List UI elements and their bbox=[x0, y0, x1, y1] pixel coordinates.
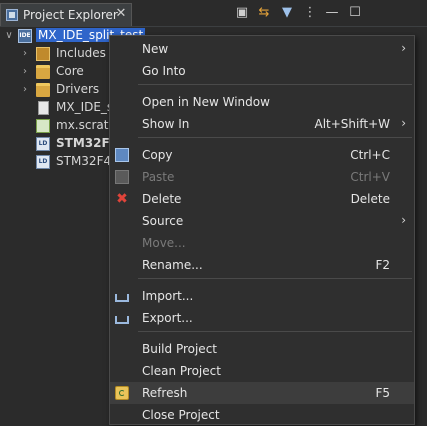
menu-item-label: Open in New Window bbox=[142, 95, 270, 109]
menu-item-move[interactable]: Move... bbox=[110, 232, 414, 254]
menu-item-label: Move... bbox=[142, 236, 186, 250]
folder-icon bbox=[36, 65, 50, 79]
tree-item-scratch-file[interactable]: mx.scrato bbox=[0, 117, 120, 135]
scratch-file-icon bbox=[36, 119, 50, 133]
delete-icon: ✖ bbox=[116, 191, 128, 207]
menu-item-shortcut: Ctrl+V bbox=[350, 170, 390, 184]
folder-icon bbox=[36, 83, 50, 97]
menu-item-label: Show In bbox=[142, 117, 190, 131]
ide-project-icon: IDE bbox=[18, 29, 32, 43]
menu-item-label: Build Project bbox=[142, 342, 217, 356]
chevron-right-icon[interactable]: › bbox=[20, 84, 30, 96]
paste-icon bbox=[115, 170, 129, 184]
menu-item-shortcut: Alt+Shift+W bbox=[314, 117, 391, 131]
menu-item-go-into[interactable]: Go Into bbox=[110, 60, 414, 82]
tree-item-drivers[interactable]: › Drivers bbox=[0, 81, 120, 99]
tab-label: Project Explorer bbox=[23, 8, 118, 22]
import-icon bbox=[115, 294, 129, 302]
menu-item-label: Copy bbox=[142, 148, 173, 162]
menu-item-delete[interactable]: ✖ Delete Delete bbox=[110, 188, 414, 210]
includes-icon bbox=[36, 47, 50, 61]
chevron-right-icon[interactable]: › bbox=[20, 48, 30, 60]
menu-item-new[interactable]: New › bbox=[110, 38, 414, 60]
tree-item-label: STM32F4 bbox=[56, 154, 112, 168]
menu-item-import[interactable]: Import... bbox=[110, 285, 414, 307]
maximize-icon[interactable]: ☐ bbox=[346, 4, 364, 22]
tree-item-label: Drivers bbox=[56, 82, 100, 96]
menu-item-clean-project[interactable]: Clean Project bbox=[110, 360, 414, 382]
tree-item-label: MX_IDE_s bbox=[56, 100, 114, 114]
tree-item-label: Core bbox=[56, 64, 84, 78]
filter-icon[interactable]: ▼ bbox=[278, 4, 296, 22]
menu-item-label: Source bbox=[142, 214, 184, 228]
context-menu: New › Go Into Open in New Window Show In… bbox=[109, 35, 415, 425]
ioc-file-icon bbox=[38, 101, 49, 115]
menu-separator bbox=[138, 84, 412, 85]
menu-item-close-project[interactable]: Close Project bbox=[110, 404, 414, 426]
menu-item-refresh[interactable]: Refresh F5 bbox=[110, 382, 414, 404]
menu-item-label: Clean Project bbox=[142, 364, 221, 378]
chevron-right-icon[interactable]: › bbox=[20, 66, 30, 78]
menu-item-label: Paste bbox=[142, 170, 175, 184]
menu-item-shortcut: Delete bbox=[350, 192, 390, 206]
menu-item-export[interactable]: Export... bbox=[110, 307, 414, 329]
menu-item-label: Import... bbox=[142, 289, 194, 303]
copy-icon bbox=[115, 148, 129, 162]
menu-item-shortcut: F5 bbox=[375, 386, 390, 400]
close-icon[interactable]: ✕ bbox=[114, 7, 128, 21]
menu-item-paste[interactable]: Paste Ctrl+V bbox=[110, 166, 414, 188]
menu-item-show-in[interactable]: Show In Alt+Shift+W › bbox=[110, 113, 414, 135]
menu-separator bbox=[138, 137, 412, 138]
tree-item-includes[interactable]: › Includes bbox=[0, 45, 120, 63]
menu-item-shortcut: F2 bbox=[375, 258, 390, 272]
chevron-right-icon: › bbox=[401, 213, 406, 227]
collapse-all-icon[interactable]: ▣ bbox=[233, 4, 251, 22]
menu-item-label: Export... bbox=[142, 311, 193, 325]
linker-script-icon: LD bbox=[36, 155, 50, 169]
view-menu-icon[interactable]: ⋮ bbox=[301, 4, 319, 22]
minimize-icon[interactable]: — bbox=[323, 4, 341, 22]
menu-item-label: New bbox=[142, 42, 169, 56]
tree-item-label: mx.scrato bbox=[56, 118, 116, 132]
project-explorer-icon bbox=[6, 9, 18, 21]
tree-item-ioc-file[interactable]: MX_IDE_s bbox=[0, 99, 120, 117]
menu-separator bbox=[138, 331, 412, 332]
menu-item-source[interactable]: Source › bbox=[110, 210, 414, 232]
view-tab-strip: Project Explorer ✕ ▣ ⇆ ▼ ⋮ — ☐ bbox=[0, 0, 427, 27]
menu-separator bbox=[138, 278, 412, 279]
chevron-right-icon: › bbox=[401, 41, 406, 55]
menu-item-shortcut: Ctrl+C bbox=[350, 148, 390, 162]
link-with-editor-icon[interactable]: ⇆ bbox=[255, 4, 273, 22]
menu-item-label: Rename... bbox=[142, 258, 203, 272]
chevron-down-icon[interactable]: ∨ bbox=[4, 30, 14, 42]
refresh-icon bbox=[115, 386, 129, 400]
chevron-right-icon: › bbox=[401, 116, 406, 130]
menu-item-label: Close Project bbox=[142, 408, 220, 422]
menu-item-copy[interactable]: Copy Ctrl+C bbox=[110, 144, 414, 166]
menu-item-open-in-new-window[interactable]: Open in New Window bbox=[110, 91, 414, 113]
menu-item-label: Go Into bbox=[142, 64, 186, 78]
export-icon bbox=[115, 316, 129, 324]
tree-item-linker-script[interactable]: LD STM32F4 bbox=[0, 153, 120, 171]
linker-script-icon: LD bbox=[36, 137, 50, 151]
menu-item-label: Refresh bbox=[142, 386, 188, 400]
menu-item-label: Delete bbox=[142, 192, 182, 206]
tab-project-explorer[interactable]: Project Explorer ✕ bbox=[0, 3, 132, 26]
tree-item-label: Includes bbox=[56, 46, 106, 60]
tree-item-core[interactable]: › Core bbox=[0, 63, 120, 81]
menu-item-rename[interactable]: Rename... F2 bbox=[110, 254, 414, 276]
menu-item-build-project[interactable]: Build Project bbox=[110, 338, 414, 360]
tree-item-linker-script[interactable]: LD STM32F4 bbox=[0, 135, 120, 153]
